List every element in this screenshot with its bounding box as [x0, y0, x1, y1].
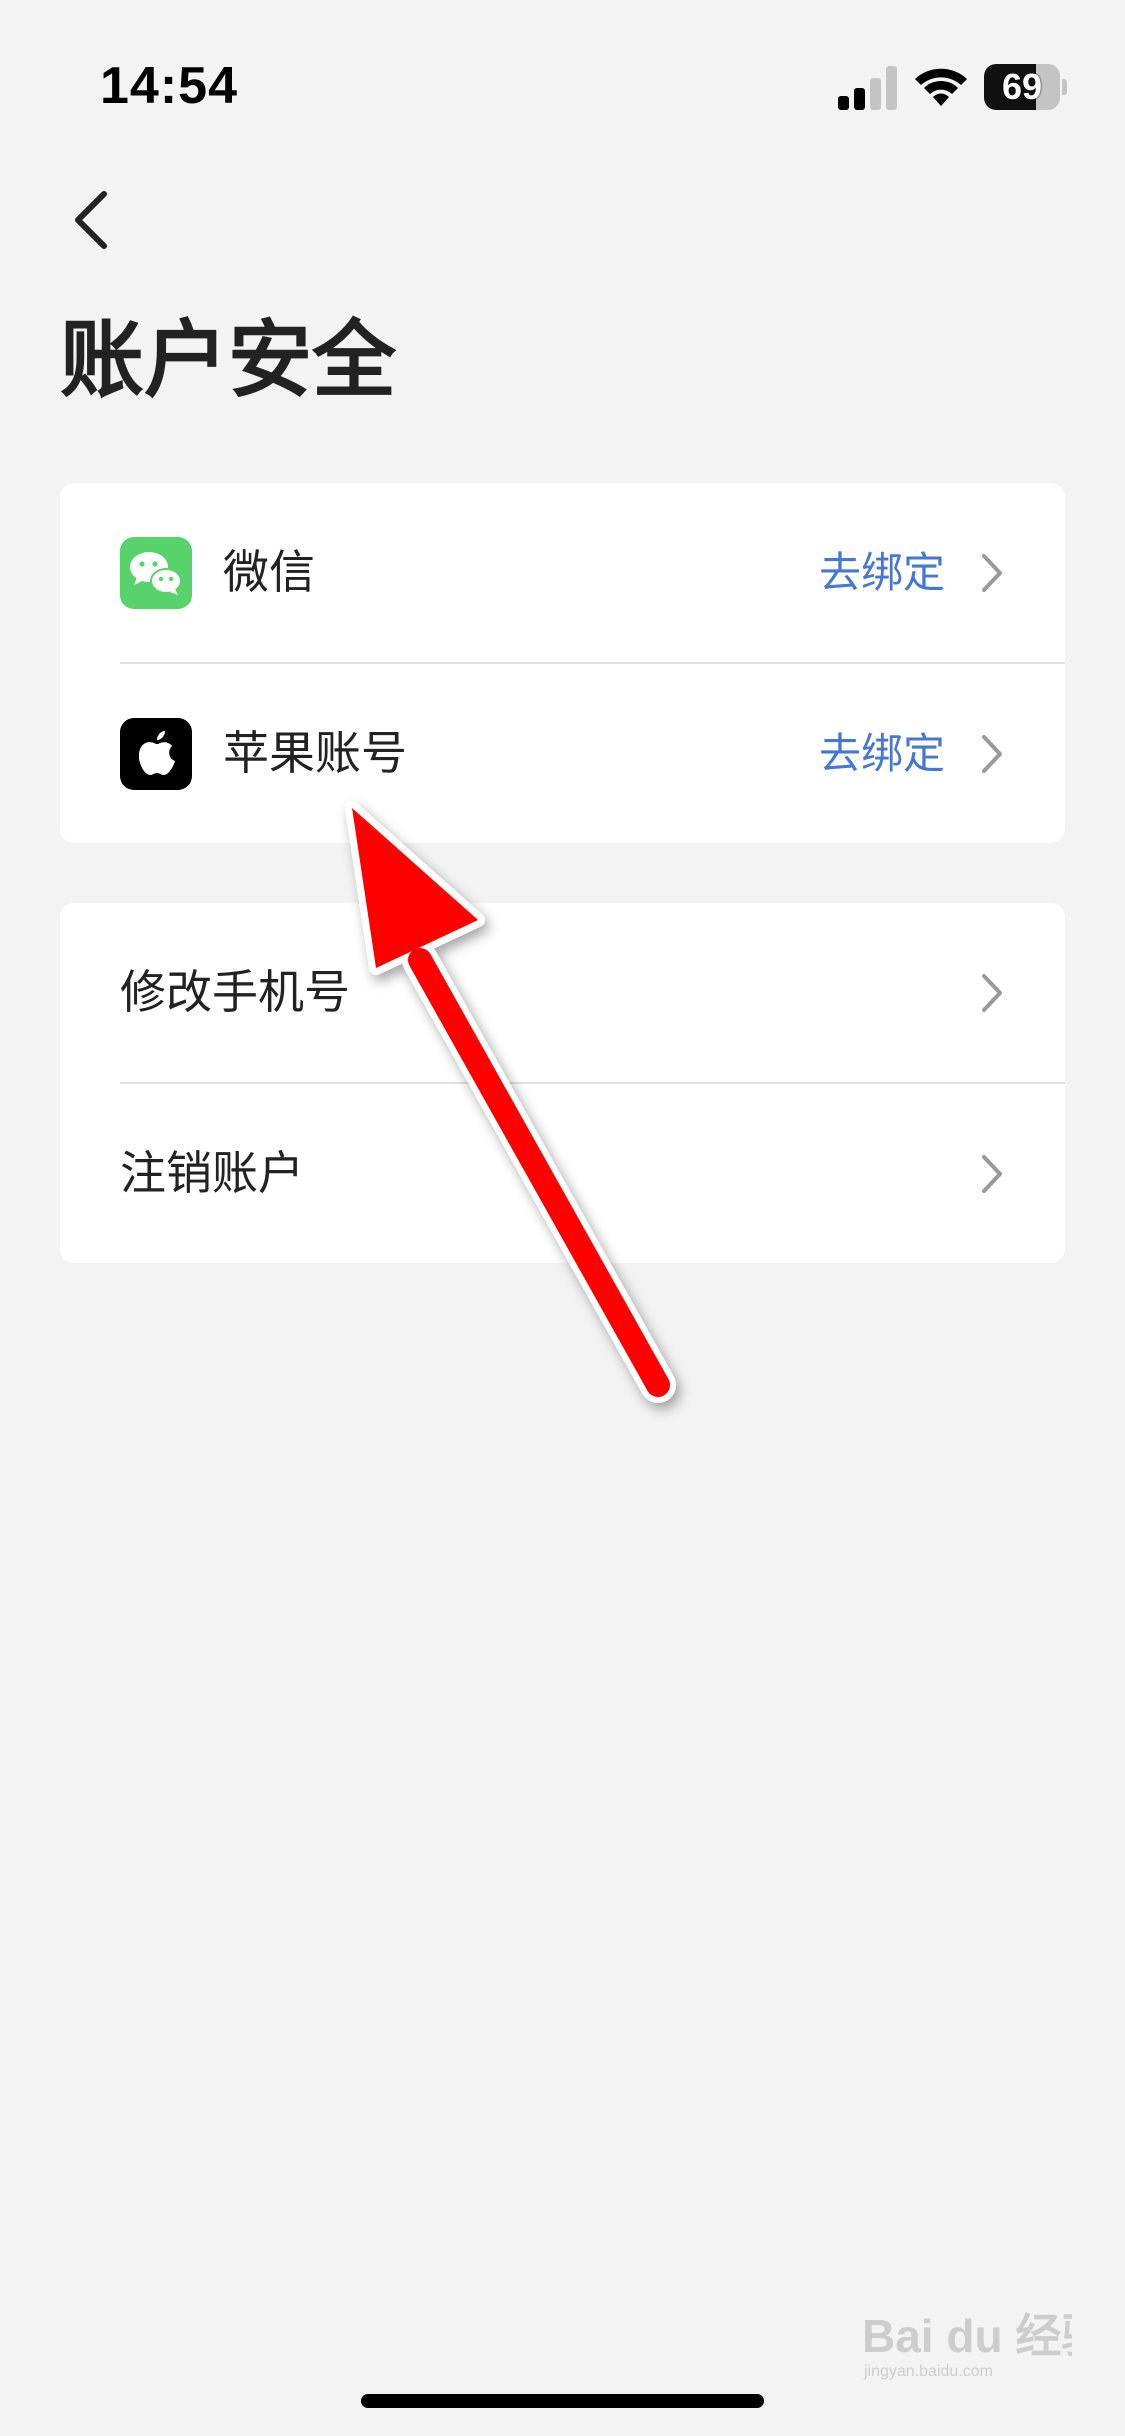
- battery-tip: [1062, 79, 1067, 95]
- battery-level: 69: [1001, 66, 1043, 107]
- linked-accounts-card: 微信 去绑定 苹果账号 去绑定: [60, 483, 1065, 843]
- chevron-left-icon: [75, 191, 107, 249]
- chevron-right-icon: [982, 735, 1002, 773]
- chevron-right-icon: [982, 554, 1002, 592]
- wechat-bind-link[interactable]: 去绑定: [819, 483, 945, 662]
- status-time: 14:54: [100, 57, 238, 115]
- wechat-row[interactable]: 微信 去绑定: [60, 483, 1065, 664]
- wifi-icon: [915, 68, 967, 106]
- back-button[interactable]: [56, 180, 136, 260]
- wechat-icon: [120, 537, 192, 609]
- apple-account-label: 苹果账号: [223, 726, 407, 780]
- apple-bind-link[interactable]: 去绑定: [819, 664, 945, 843]
- battery-indicator: 69: [984, 64, 1067, 110]
- watermark-subtext: jingyan.baidu.com: [863, 2363, 993, 2380]
- change-phone-label: 修改手机号: [120, 965, 350, 1019]
- chevron-right-icon: [982, 1155, 1002, 1193]
- baidu-jingyan-watermark: Bai du 经验 jingyan.baidu.com: [862, 2310, 1072, 2380]
- account-actions-card: 修改手机号 注销账户: [60, 903, 1065, 1263]
- status-bar: 14:54 69: [0, 0, 1125, 180]
- apple-icon: [120, 718, 192, 790]
- change-phone-row[interactable]: 修改手机号: [60, 903, 1065, 1084]
- cellular-signal-icon: [838, 66, 897, 110]
- wechat-label: 微信: [223, 545, 315, 599]
- watermark-text: Bai du 经验: [862, 2310, 1072, 2362]
- apple-account-row[interactable]: 苹果账号 去绑定: [60, 664, 1065, 843]
- page-title: 账户安全: [60, 311, 397, 409]
- delete-account-label: 注销账户: [120, 1146, 304, 1200]
- home-indicator[interactable]: [361, 2394, 764, 2408]
- chevron-right-icon: [982, 974, 1002, 1012]
- delete-account-row[interactable]: 注销账户: [60, 1084, 1065, 1263]
